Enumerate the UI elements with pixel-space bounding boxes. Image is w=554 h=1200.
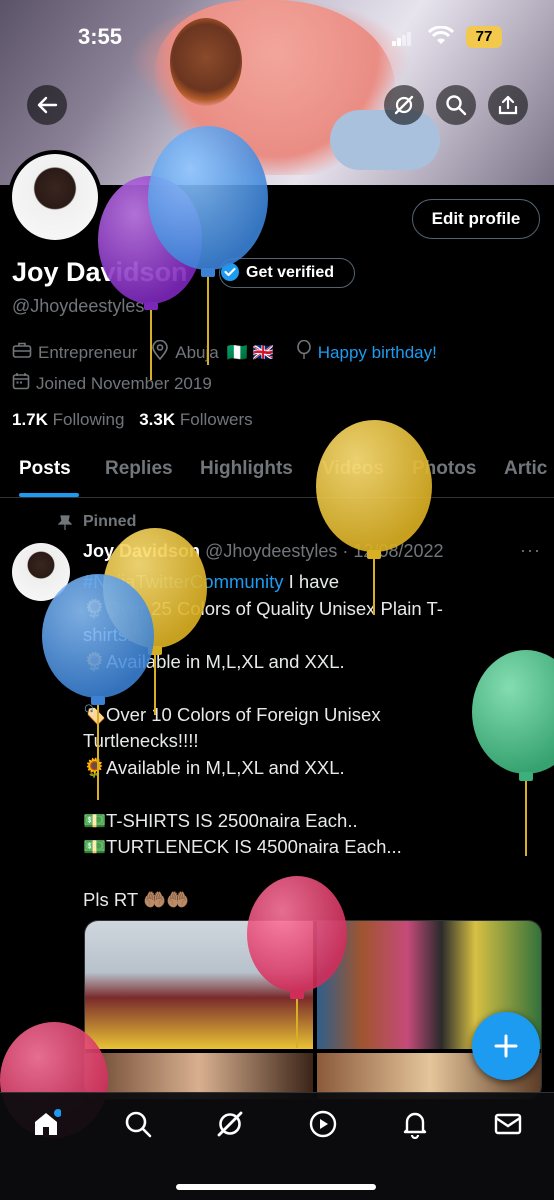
post-line: 🏷️Over 10 Colors of Foreign Unisex [83, 703, 381, 725]
post-line [83, 781, 538, 808]
location-text: Abuja [175, 342, 219, 362]
status-bar: 3:55 77 [0, 24, 554, 54]
post-handle: @Jhoydeestyles [205, 541, 338, 561]
share-icon [498, 95, 518, 115]
tab-photos[interactable]: Photos [412, 458, 476, 480]
nav-video[interactable] [306, 1107, 340, 1141]
followers-label: Followers [179, 410, 253, 429]
post-line [83, 861, 538, 888]
battery-icon: 77 [466, 26, 502, 48]
search-button[interactable] [436, 85, 476, 125]
tab-articles[interactable]: Artic [504, 458, 547, 480]
calendar-icon [12, 372, 30, 395]
nav-messages[interactable] [491, 1107, 525, 1141]
post-line: 🌻Available in M,L,XL and XXL. [83, 756, 345, 778]
search-icon [125, 1111, 152, 1138]
nav-notifications[interactable] [398, 1107, 432, 1141]
joined-row: Joined November 2019 [12, 372, 212, 395]
get-verified-label: Get verified [246, 264, 335, 281]
wifi-icon [428, 26, 454, 44]
post-line: shirts!!! [83, 624, 143, 645]
post-header: Joy Davidson @Jhoydeestyles · 12/08/2022 [83, 541, 444, 561]
post-media-grid[interactable] [84, 920, 542, 1100]
post-line: 🌻Available in M,L,XL and XXL. [83, 650, 345, 672]
post-line: 🌻Over 25 Colors of Quality Unisex Plain … [83, 597, 443, 619]
grok-icon [217, 1111, 243, 1137]
play-icon [309, 1110, 337, 1138]
post-author[interactable]: Joy Davidson [83, 541, 200, 561]
profile-avatar[interactable] [8, 150, 102, 244]
post-avatar[interactable] [12, 543, 70, 601]
post-line: Pls RT 🤲🏽🤲🏽 [83, 889, 190, 910]
back-button[interactable] [27, 85, 67, 125]
home-icon [35, 1109, 61, 1135]
signal-icon [392, 32, 412, 46]
verified-badge-icon [221, 263, 239, 281]
profile-meta-row: Entrepreneur Abuja 🇳🇬 🇬🇧 Happy birthday! [12, 339, 437, 365]
share-button[interactable] [488, 85, 528, 125]
post-hashtag[interactable]: #NaijaTwitterCommunity [83, 571, 283, 592]
compose-post-button[interactable] [472, 1012, 540, 1080]
tab-highlights[interactable]: Highlights [200, 458, 293, 480]
profile-handle: @Jhoydeestyles [12, 296, 145, 316]
grok-icon [394, 95, 414, 115]
mail-icon [494, 1113, 522, 1135]
follow-stats: 1.7K Following 3.3K Followers [12, 410, 253, 430]
tab-posts[interactable]: Posts [19, 458, 71, 480]
post-line: I have [283, 571, 340, 592]
bell-icon [403, 1112, 427, 1139]
nav-search[interactable] [121, 1107, 155, 1141]
following-link[interactable]: 1.7K Following [12, 410, 124, 429]
profile-tabs: Posts Replies Highlights Videos Photos A… [0, 450, 554, 498]
status-time: 3:55 [78, 24, 123, 49]
pinned-label: Pinned [83, 513, 137, 530]
edit-profile-button[interactable]: Edit profile [412, 199, 540, 239]
tab-replies[interactable]: Replies [105, 458, 173, 480]
followers-link[interactable]: 3.3K Followers [139, 410, 252, 429]
grok-button[interactable] [384, 85, 424, 125]
plus-icon [494, 1034, 518, 1058]
home-indicator [176, 1184, 376, 1190]
search-icon [446, 95, 467, 116]
profession-text: Entrepreneur [38, 342, 138, 362]
pin-icon [58, 515, 72, 530]
balloon-icon [296, 339, 312, 365]
followers-count: 3.3K [139, 410, 176, 429]
active-tab-indicator [19, 493, 79, 497]
birthday-link[interactable]: Happy birthday! [318, 343, 437, 363]
post-body: #NaijaTwitterCommunity I have 🌻Over 25 C… [83, 569, 538, 914]
tab-videos[interactable]: Videos [322, 458, 384, 480]
post-line: 💵T-SHIRTS IS 2500naira Each.. [83, 809, 358, 831]
post-image[interactable] [85, 921, 313, 1049]
more-options-icon[interactable]: ··· [520, 540, 541, 561]
following-count: 1.7K [12, 410, 48, 429]
nav-home[interactable] [29, 1107, 63, 1141]
location-pin-icon [151, 339, 169, 365]
following-label: Following [52, 410, 125, 429]
post-line [83, 675, 538, 702]
banner-jeans [330, 110, 440, 170]
post-date: 12/08/2022 [353, 541, 444, 561]
briefcase-icon [12, 341, 32, 364]
joined-text: Joined November 2019 [36, 373, 212, 393]
post-line: 💵TURTLENECK IS 4500naira Each... [83, 836, 402, 857]
arrow-left-icon [37, 96, 58, 114]
nav-grok[interactable] [213, 1107, 247, 1141]
post-line: Turtlenecks!!!! [83, 730, 199, 751]
location-flags: 🇳🇬 🇬🇧 [226, 342, 274, 362]
profile-name: Joy Davidson [12, 257, 188, 287]
